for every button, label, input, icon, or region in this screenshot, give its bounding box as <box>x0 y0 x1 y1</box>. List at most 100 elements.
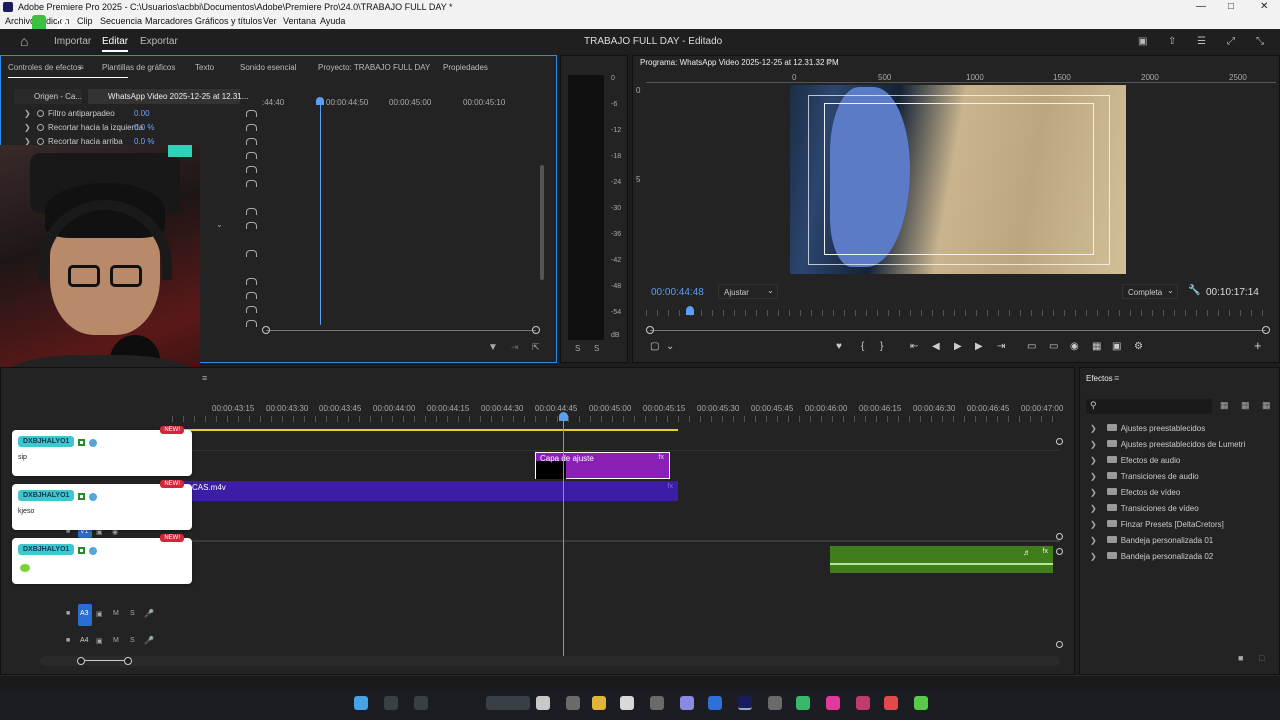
reset-icon[interactable] <box>246 208 257 215</box>
multi-view-icon[interactable]: ▣ <box>1112 341 1121 352</box>
play-only-audio-icon[interactable]: ⇥ <box>511 342 519 353</box>
tab-controles-efectos[interactable]: Controles de efectos <box>8 63 81 72</box>
share-icon[interactable]: ⇧ <box>1168 36 1176 47</box>
tab-editar[interactable]: Editar <box>102 36 129 52</box>
marker-icon[interactable]: ♥ <box>836 341 842 352</box>
effects-folder[interactable]: ❯ Ajustes preestablecidos <box>1090 424 1205 433</box>
effects-menu-icon[interactable]: ≡ <box>1114 373 1119 383</box>
effects-folder[interactable]: ❯ Bandeja personalizada 01 <box>1090 536 1213 545</box>
sync-lock-icon[interactable]: ▣ <box>96 637 103 645</box>
track-a3-target[interactable]: A3 <box>78 604 92 626</box>
expand-chevron-icon[interactable]: ❯ <box>24 123 31 132</box>
mark-in-icon[interactable]: { <box>861 341 864 352</box>
reset-icon[interactable] <box>246 124 257 131</box>
program-playhead-handle[interactable] <box>686 306 694 315</box>
new-bin-icon[interactable]: ■ <box>1238 653 1243 663</box>
clip-selector[interactable]: WhatsApp Video 2025-12-25 at 12.31... <box>88 89 248 104</box>
expand-icon[interactable]: ⤡ <box>1256 36 1264 47</box>
v-scroll-handle[interactable] <box>1056 533 1063 540</box>
ec-zoom-right-handle[interactable] <box>532 326 540 334</box>
menu-clip[interactable]: Clip <box>77 16 93 26</box>
work-area-bar[interactable] <box>172 429 678 431</box>
sync-lock-icon[interactable]: ▣ <box>96 610 103 618</box>
clip-audio[interactable]: ♬ fx <box>830 546 1053 573</box>
app-icon[interactable] <box>796 696 810 710</box>
lock-icon[interactable]: ■ <box>66 637 70 644</box>
tab-importar[interactable]: Importar <box>54 36 91 47</box>
tab-propiedades[interactable]: Propiedades <box>443 63 488 72</box>
solo-button[interactable]: S <box>130 610 135 617</box>
effects-folder[interactable]: ❯ Ajustes preestablecidos de Lumetri <box>1090 440 1245 449</box>
timeline-h-thumb[interactable] <box>82 660 128 661</box>
lock-icon[interactable]: ■ <box>66 610 70 617</box>
mute-button[interactable]: M <box>113 610 119 617</box>
app-icon[interactable] <box>680 696 694 710</box>
menu-ayuda[interactable]: Ayuda <box>320 16 345 26</box>
timeline-h-scrollbar[interactable] <box>40 656 1060 666</box>
reset-icon[interactable] <box>246 166 257 173</box>
row-value[interactable]: 0.00 <box>134 109 150 118</box>
effects-folder[interactable]: ❯ Efectos de vídeo <box>1090 488 1180 497</box>
reset-icon[interactable] <box>246 222 257 229</box>
go-to-out-icon[interactable]: ⇥ <box>997 341 1005 352</box>
go-to-in-icon[interactable]: ⇤ <box>910 341 918 352</box>
close-icon[interactable]: ✕ <box>1260 1 1268 12</box>
quality-select[interactable]: Completa ⌄ <box>1122 284 1178 299</box>
timeline-zoom-right[interactable] <box>124 657 132 665</box>
tab-proyecto[interactable]: Proyecto: TRABAJO FULL DAY <box>318 63 430 72</box>
camera-icon[interactable]: ◉ <box>1070 341 1079 352</box>
filter-icon[interactable]: ▼ <box>488 342 498 353</box>
file-explorer-icon[interactable] <box>592 696 606 710</box>
minimize-icon[interactable]: — <box>1196 1 1206 12</box>
program-zoom-bar[interactable] <box>650 330 1266 331</box>
search-icon[interactable] <box>384 696 398 710</box>
app-icon[interactable] <box>914 696 928 710</box>
step-forward-icon[interactable]: ▶ <box>975 341 983 352</box>
timeline-zoom-left[interactable] <box>77 657 85 665</box>
tab-plantillas[interactable]: Plantillas de gráficos <box>102 63 175 72</box>
menu-marcadores[interactable]: Marcadores <box>145 16 193 26</box>
menu-ventana[interactable]: Ventana <box>283 16 316 26</box>
premiere-taskbar-icon[interactable] <box>738 696 752 710</box>
menu-graficos[interactable]: Gráficos y títulos <box>195 16 262 26</box>
settings-icon[interactable]: ⚙ <box>1134 341 1143 352</box>
zoom-select[interactable]: Ajustar ⌄ <box>718 284 778 299</box>
reset-icon[interactable] <box>246 110 257 117</box>
widgets-icon[interactable] <box>486 696 530 710</box>
app-icon[interactable] <box>708 696 722 710</box>
reset-icon[interactable] <box>246 292 257 299</box>
ec-scrollbar[interactable] <box>540 165 544 280</box>
dropdown-chevron-icon[interactable]: ⌄ <box>216 220 223 229</box>
tab-texto[interactable]: Texto <box>195 63 214 72</box>
stopwatch-icon[interactable] <box>37 124 44 131</box>
effects-folder[interactable]: ❯ Efectos de audio <box>1090 456 1180 465</box>
stopwatch-icon[interactable] <box>37 138 44 145</box>
menu-archivo[interactable]: Archivo <box>5 16 35 26</box>
list-icon[interactable]: ☰ <box>1197 36 1206 47</box>
ec-zoom-bar[interactable] <box>266 330 536 331</box>
timeline-menu-icon[interactable]: ≡ <box>202 373 207 383</box>
solo-left-button[interactable]: S <box>575 344 580 353</box>
effects-folder[interactable]: ❯ Transiciones de audio <box>1090 472 1199 481</box>
reset-icon[interactable] <box>246 278 257 285</box>
reset-icon[interactable] <box>246 320 257 327</box>
ec-zoom-left-handle[interactable] <box>262 326 270 334</box>
tab-sonido[interactable]: Sonido esencial <box>240 63 296 72</box>
a-scroll-handle[interactable] <box>1056 548 1063 555</box>
task-view-icon[interactable] <box>414 696 428 710</box>
32bit-effects-icon[interactable]: ▦ <box>1241 400 1250 411</box>
microphone-icon[interactable]: 🎤 <box>144 636 154 645</box>
v-scroll-handle[interactable] <box>1056 438 1063 445</box>
reset-icon[interactable] <box>246 250 257 257</box>
menu-ver[interactable]: Ver <box>263 16 277 26</box>
chevron-down-icon[interactable]: ⌄ <box>666 341 674 352</box>
add-button-icon[interactable]: + <box>1254 338 1262 353</box>
app-icon[interactable] <box>566 696 580 710</box>
stopwatch-icon[interactable] <box>37 110 44 117</box>
effects-folder[interactable]: ❯ Transiciones de vídeo <box>1090 504 1199 513</box>
clip-video-main[interactable]: CAS.m4v fx <box>172 481 678 501</box>
clip-capa-ajuste[interactable]: Capa de ajuste fx <box>535 452 670 479</box>
extract-icon[interactable]: ▭ <box>1049 341 1058 352</box>
expand-chevron-icon[interactable]: ❯ <box>24 109 31 118</box>
tab-exportar[interactable]: Exportar <box>140 36 178 47</box>
